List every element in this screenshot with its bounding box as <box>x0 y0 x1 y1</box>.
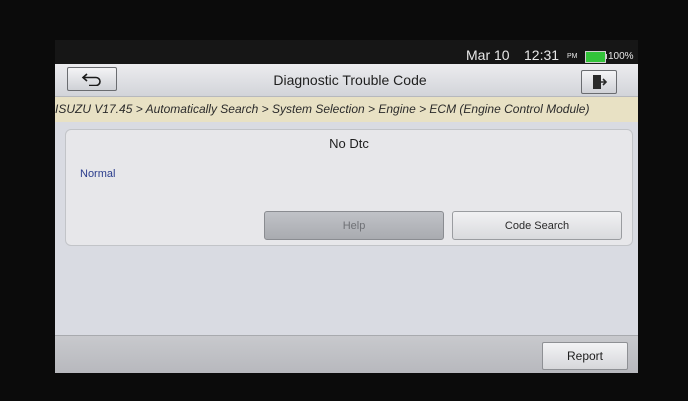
battery-percent: 100% <box>608 51 634 62</box>
system-status: Normal <box>80 168 116 180</box>
bottom-toolbar: Report <box>55 335 638 373</box>
report-button[interactable]: Report <box>542 342 628 370</box>
exit-button[interactable] <box>581 70 617 94</box>
dtc-message: No Dtc <box>329 136 369 151</box>
code-search-button[interactable]: Code Search <box>452 211 622 240</box>
status-ampm: PM <box>567 53 578 60</box>
exit-door-icon <box>593 75 608 89</box>
breadcrumb: ISUZU V17.45 > Automatically Search > Sy… <box>55 97 638 122</box>
battery-tip <box>605 54 607 59</box>
back-arrow-icon <box>81 73 101 86</box>
status-time: 12:31 <box>524 47 560 63</box>
battery-icon <box>585 51 606 63</box>
status-bar: Mar 10 12:31 PM 100% <box>55 40 638 64</box>
page-title: Diagnostic Trouble Code <box>273 72 427 88</box>
title-bar: Diagnostic Trouble Code <box>55 64 638 97</box>
help-button[interactable]: Help <box>264 211 444 240</box>
back-button[interactable] <box>67 67 117 91</box>
breadcrumb-text: ISUZU V17.45 > Automatically Search > Sy… <box>55 102 590 116</box>
status-date: Mar 10 <box>466 47 510 63</box>
device-screen: Mar 10 12:31 PM 100% Diagnostic Trouble … <box>55 40 638 373</box>
dtc-result-card: No Dtc Normal Help Code Search <box>65 129 633 246</box>
